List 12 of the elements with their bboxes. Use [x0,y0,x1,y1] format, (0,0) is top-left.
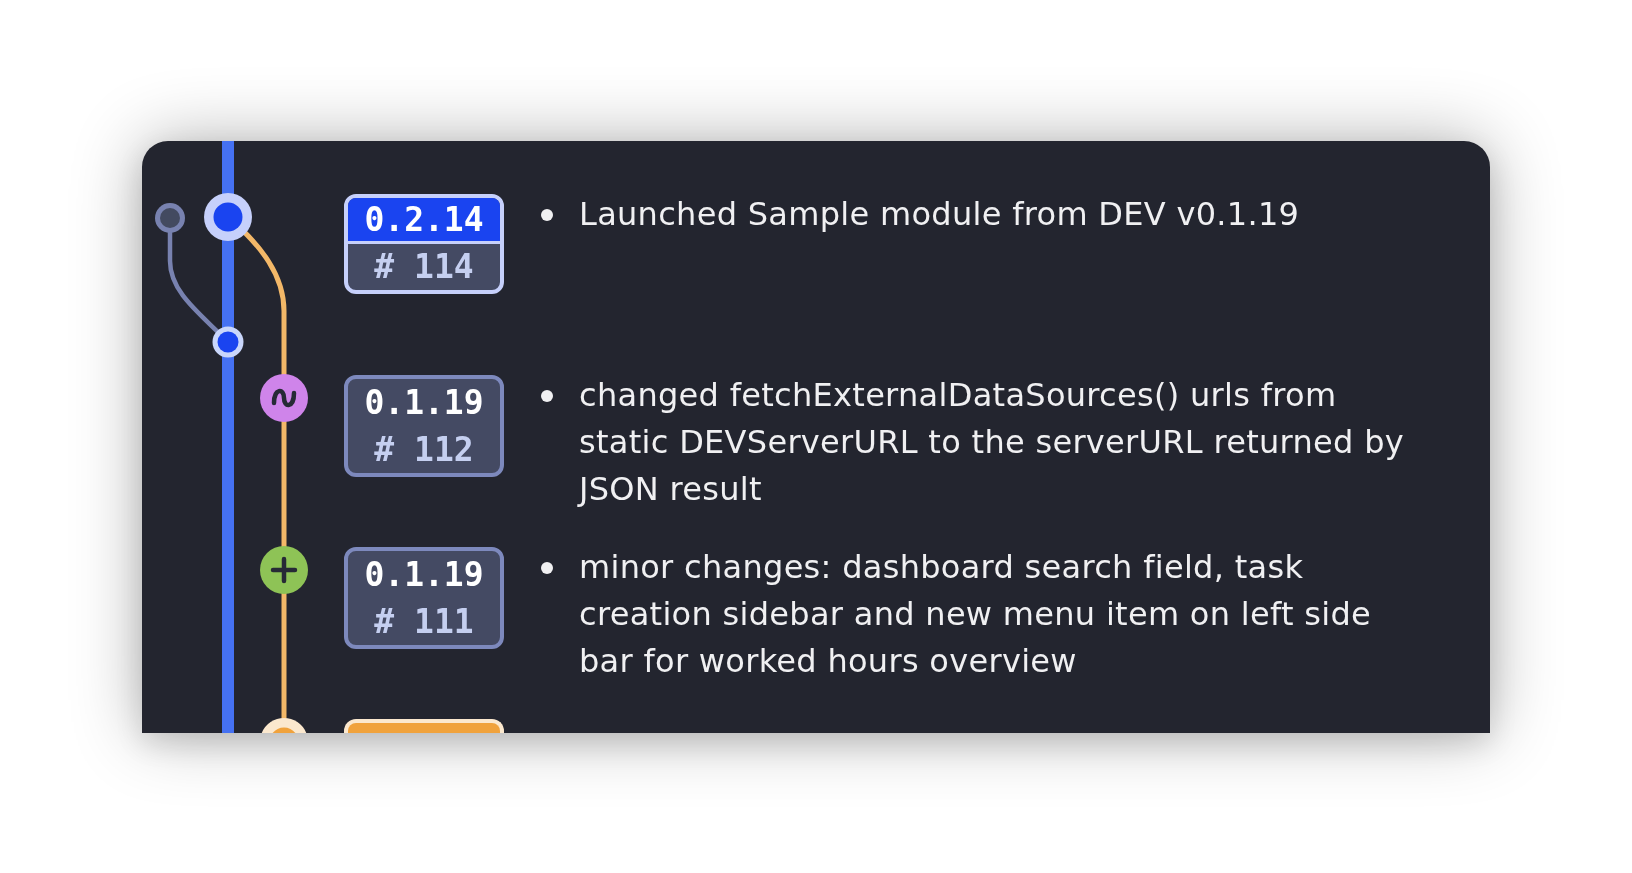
build-number: # 112 [373,428,475,471]
note-text: Launched Sample module from DEV v0.1.19 [579,193,1300,235]
build-number: # 111 [373,600,475,643]
build-number: # 114 [373,245,475,288]
bullet-icon [541,208,553,221]
note-text: changed fetchExternalDataSources() urls from static DEVServerURL to the serverURL returned by JSON result [579,374,1405,510]
bullet-icon [541,561,553,574]
version-label: 0.1.19 [363,381,485,424]
version-label: 0.2.14 [348,197,500,244]
version-label: 0.1.19 [363,553,485,596]
note-text: minor changes: dashboard search field, task creation sidebar and new menu item on left side bar for worked hours overview [579,546,1373,682]
bullet-icon [541,389,553,402]
